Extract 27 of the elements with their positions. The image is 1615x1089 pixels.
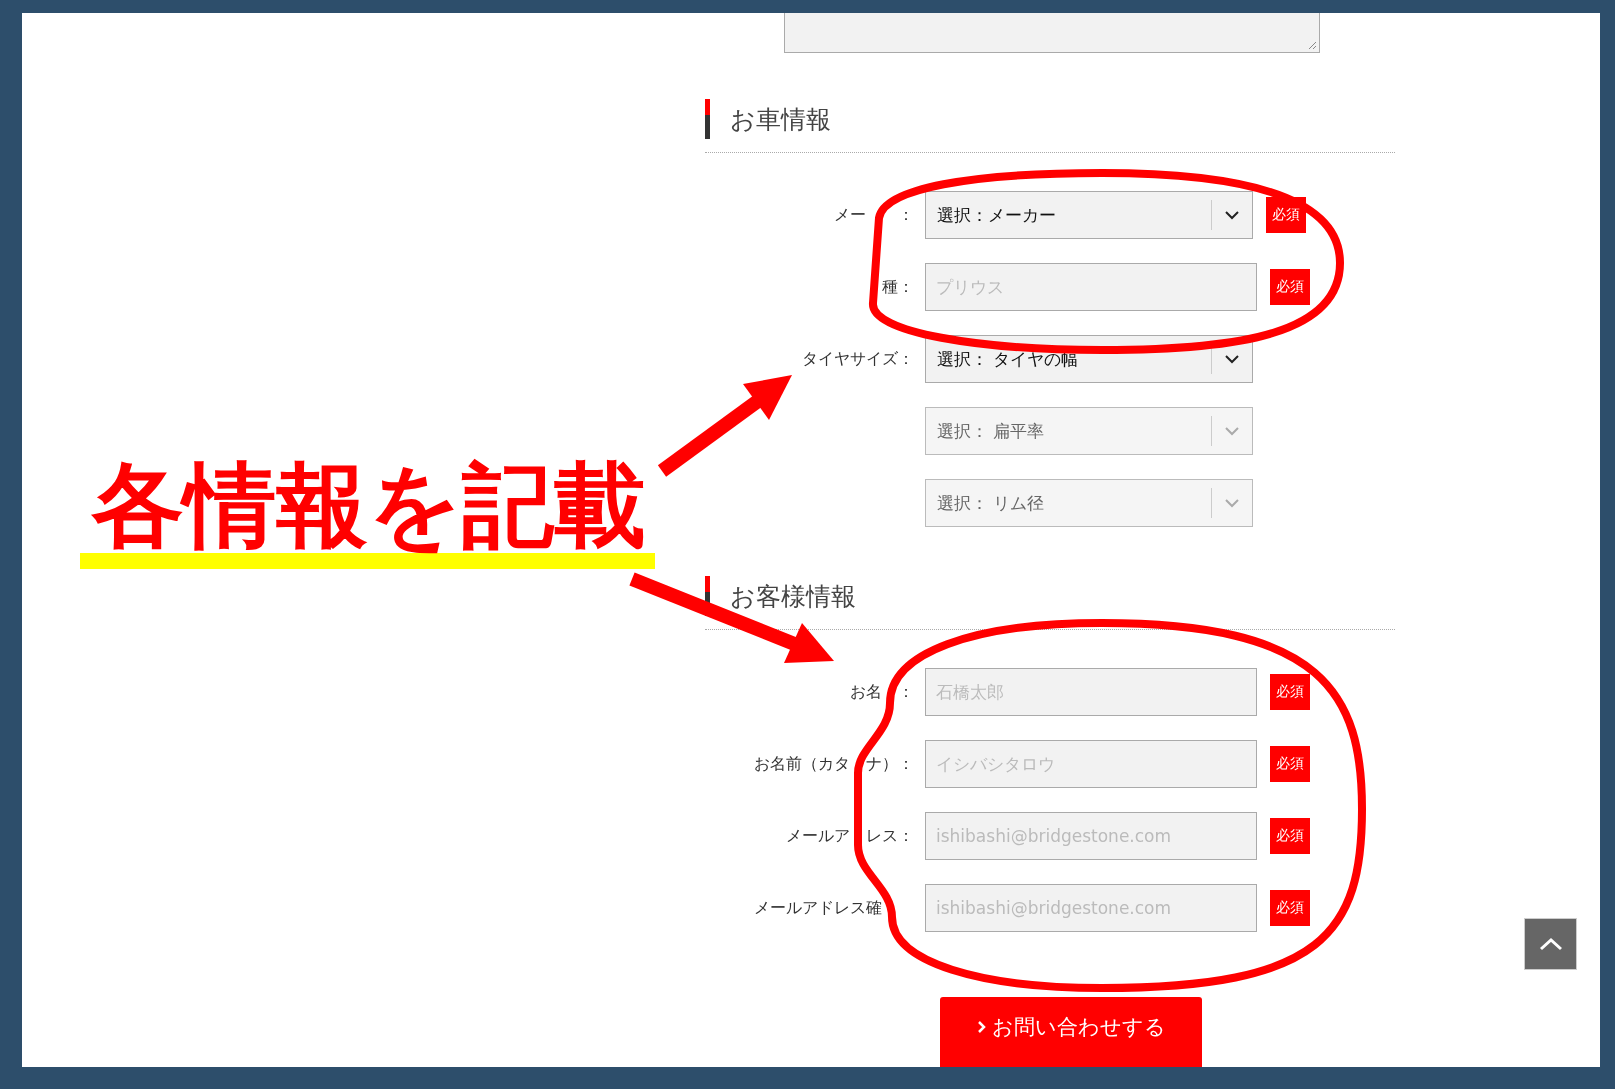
field-label: メー ： <box>834 204 914 224</box>
chevron-down-icon <box>1224 426 1240 436</box>
required-badge: 必須 <box>1270 269 1310 305</box>
comment-textarea[interactable] <box>784 13 1320 53</box>
required-badge: 必須 <box>1270 818 1310 854</box>
section-heading: お客様情報 <box>730 580 856 613</box>
accent-bar <box>705 99 710 139</box>
chevron-down-icon <box>1224 354 1240 364</box>
required-badge: 必須 <box>1270 746 1310 782</box>
field-label: お名前（カタ ナ）： <box>754 753 914 773</box>
chevron-right-icon <box>976 1020 986 1034</box>
submit-button[interactable]: お問い合わせする <box>940 997 1202 1067</box>
chevron-up-icon <box>1538 937 1563 951</box>
section-heading: お車情報 <box>730 103 831 136</box>
field-label: タイヤサイズ： <box>802 348 914 368</box>
select-field[interactable]: 選択：メーカー <box>925 191 1253 239</box>
chevron-down-icon <box>1224 498 1240 508</box>
required-badge: 必須 <box>1270 674 1310 710</box>
required-badge: 必須 <box>1270 890 1310 926</box>
annotation-caption: 各情報を記載 <box>92 455 646 557</box>
field-label: メールア レス： <box>786 825 914 845</box>
back-to-top-button[interactable] <box>1524 918 1577 970</box>
field-label: 種： <box>882 276 914 296</box>
chevron-down-icon <box>1224 210 1240 220</box>
field-label: お名 ： <box>850 681 914 701</box>
field-label: メールアドレス確 <box>754 897 883 917</box>
resize-grip-icon[interactable] <box>1307 40 1317 50</box>
